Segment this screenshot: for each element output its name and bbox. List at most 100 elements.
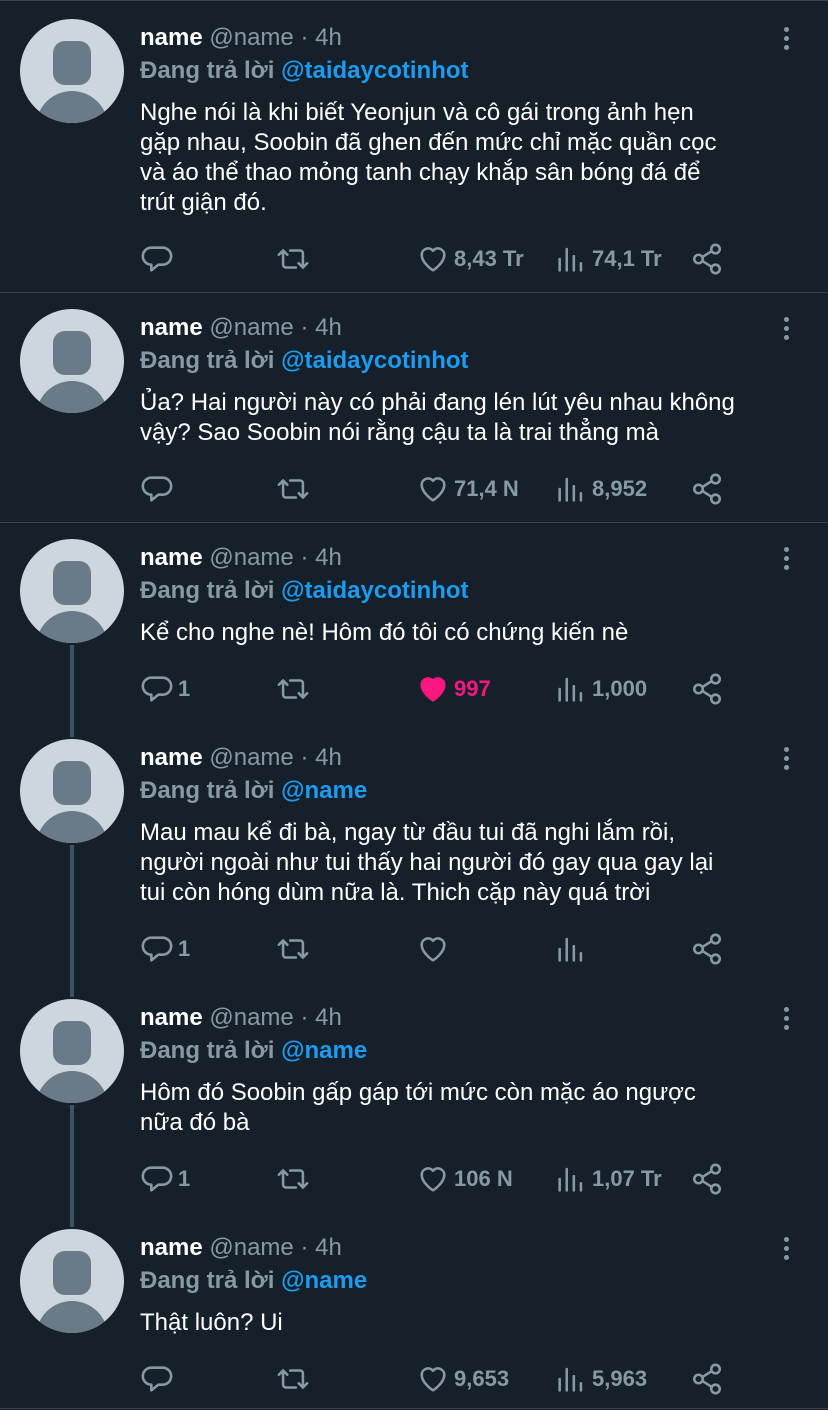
more-icon[interactable] — [772, 743, 800, 773]
reply-button[interactable] — [140, 469, 178, 509]
replying-to: Đang trả lời @name — [140, 1266, 367, 1296]
share-icon — [692, 1363, 722, 1395]
reply-icon — [141, 1166, 173, 1192]
display-name[interactable]: name — [140, 24, 203, 51]
avatar[interactable] — [20, 19, 124, 123]
more-icon[interactable] — [772, 313, 800, 343]
tweet-text: Nghe nói là khi biết Yeonjun và cô gái t… — [140, 99, 717, 216]
reply-button[interactable]: 1 — [140, 929, 190, 969]
tweet-header: name @name · 4h — [140, 23, 342, 53]
like-count: 71,4 N — [454, 476, 519, 501]
reply-button[interactable]: 1 — [140, 1159, 190, 1199]
views-icon — [558, 937, 583, 962]
like-button[interactable] — [416, 929, 454, 969]
user-handle[interactable]: @name — [209, 544, 293, 571]
replying-to-label: Đang trả lời — [140, 347, 275, 374]
display-name[interactable]: name — [140, 314, 203, 341]
timestamp[interactable]: · 4h — [300, 314, 341, 341]
more-icon[interactable] — [772, 543, 800, 573]
retweet-button[interactable] — [276, 1159, 314, 1199]
views-icon — [558, 677, 583, 702]
retweet-icon — [277, 679, 309, 699]
mention-link[interactable]: @name — [281, 1037, 367, 1064]
views-button[interactable]: 74,1 Tr — [554, 239, 662, 279]
replying-to-label: Đang trả lời — [140, 577, 275, 604]
like-button[interactable]: 997 — [416, 669, 491, 709]
like-button[interactable]: 71,4 N — [416, 469, 519, 509]
like-button[interactable]: 106 N — [416, 1159, 513, 1199]
like-button[interactable]: 8,43 Tr — [416, 239, 524, 279]
tweet-actions: 1 997 1,000 — [140, 669, 820, 709]
views-button[interactable]: 1,07 Tr — [554, 1159, 662, 1199]
retweet-button[interactable] — [276, 1359, 314, 1399]
retweet-button[interactable] — [276, 469, 314, 509]
tweet-text: Hôm đó Soobin gấp gáp tới mức còn mặc áo… — [140, 1079, 696, 1136]
reply-button[interactable]: 1 — [140, 669, 190, 709]
retweet-button[interactable] — [276, 239, 314, 279]
display-name[interactable]: name — [140, 1004, 203, 1031]
retweet-icon — [277, 939, 309, 959]
divider — [0, 292, 828, 293]
mention-link[interactable]: @taidaycotinhot — [281, 57, 468, 84]
user-handle[interactable]: @name — [209, 1234, 293, 1261]
avatar[interactable] — [20, 539, 124, 643]
share-button[interactable] — [690, 239, 724, 279]
share-button[interactable] — [690, 929, 724, 969]
timestamp[interactable]: · 4h — [300, 1004, 341, 1031]
tweet-header: name @name · 4h — [140, 743, 342, 773]
views-button[interactable]: 1,000 — [554, 669, 647, 709]
timestamp[interactable]: · 4h — [300, 544, 341, 571]
timestamp[interactable]: · 4h — [300, 24, 341, 51]
like-count: 9,653 — [454, 1366, 510, 1391]
user-handle[interactable]: @name — [209, 24, 293, 51]
mention-link[interactable]: @name — [281, 1267, 367, 1294]
retweet-button[interactable] — [276, 669, 314, 709]
divider — [0, 1408, 828, 1409]
reply-button[interactable] — [140, 239, 178, 279]
heart-icon — [420, 477, 446, 502]
more-icon[interactable] — [772, 1003, 800, 1033]
divider — [0, 522, 828, 523]
timestamp[interactable]: · 4h — [300, 744, 341, 771]
retweet-button[interactable] — [276, 929, 314, 969]
like-button[interactable]: 9,653 — [416, 1359, 509, 1399]
reply-button[interactable] — [140, 1359, 178, 1399]
more-icon[interactable] — [772, 23, 800, 53]
views-icon — [558, 1367, 583, 1392]
share-button[interactable] — [690, 1159, 724, 1199]
tweet-actions: 1 — [140, 929, 820, 969]
user-handle[interactable]: @name — [209, 314, 293, 341]
tweet-actions: 9,653 5,963 — [140, 1359, 820, 1399]
tweet-actions: 71,4 N 8,952 — [140, 469, 820, 509]
display-name[interactable]: name — [140, 544, 203, 571]
views-icon — [558, 247, 583, 272]
avatar[interactable] — [20, 309, 124, 413]
heart-filled-icon — [420, 677, 446, 702]
mention-link[interactable]: @taidaycotinhot — [281, 577, 468, 604]
display-name[interactable]: name — [140, 744, 203, 771]
share-icon — [692, 243, 722, 275]
reply-icon — [141, 1366, 173, 1392]
share-button[interactable] — [690, 469, 724, 509]
share-button[interactable] — [690, 1359, 724, 1399]
reply-count: 1 — [178, 936, 191, 961]
avatar[interactable] — [20, 1229, 124, 1333]
more-icon[interactable] — [772, 1233, 800, 1263]
replying-to-label: Đang trả lời — [140, 777, 275, 804]
share-button[interactable] — [690, 669, 724, 709]
avatar[interactable] — [20, 999, 124, 1103]
views-button[interactable]: 8,952 — [554, 469, 647, 509]
share-icon — [692, 933, 722, 965]
like-count: 106 N — [454, 1166, 513, 1191]
avatar[interactable] — [20, 739, 124, 843]
mention-link[interactable]: @name — [281, 777, 367, 804]
display-name[interactable]: name — [140, 1234, 203, 1261]
user-handle[interactable]: @name — [209, 1004, 293, 1031]
views-button[interactable]: 5,963 — [554, 1359, 647, 1399]
timestamp[interactable]: · 4h — [300, 1234, 341, 1261]
like-count: 997 — [454, 676, 491, 701]
mention-link[interactable]: @taidaycotinhot — [281, 347, 468, 374]
views-button[interactable] — [554, 929, 592, 969]
user-handle[interactable]: @name — [209, 744, 293, 771]
retweet-icon — [277, 1169, 309, 1189]
